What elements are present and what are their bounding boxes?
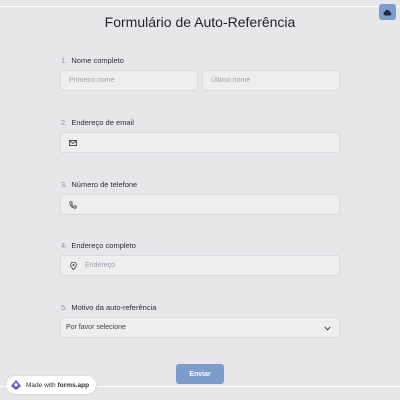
address-input[interactable]: Endereço [60,255,340,276]
email-input[interactable] [60,132,340,153]
first-name-placeholder: Primeiro nome [69,77,115,84]
made-with-prefix: Made with [26,381,56,389]
chevron-down-icon [324,326,331,333]
top-divider [0,6,400,7]
made-with-brand: forms.app [57,381,90,389]
page-title: Formulário de Auto-Referência [104,14,296,30]
submit-button[interactable]: Enviar [176,364,224,384]
question-text: Nome completo [71,56,124,65]
question-label-full-name: 1. Nome completo [61,56,124,65]
phone-input[interactable] [60,194,340,215]
envelope-icon [66,139,80,146]
question-text: Endereço de email [71,118,134,127]
question-text: Número de telefone [71,180,138,189]
question-number: 5. [61,303,68,312]
question-number: 4. [61,241,68,250]
question-number: 2. [61,118,68,127]
forms-app-logo-icon [10,379,22,391]
location-pin-icon [66,261,80,270]
question-label-address: 4. Endereço completo [61,241,136,250]
reason-select[interactable]: Por favor selecione [60,317,340,338]
first-name-input[interactable]: Primeiro nome [60,70,198,91]
question-label-phone: 3. Número de telefone [61,180,137,189]
question-text: Endereço completo [71,241,136,250]
question-label-email: 2. Endereço de email [61,118,134,127]
question-number: 1. [61,56,68,65]
question-text: Motivo da auto-referência [71,303,157,312]
address-placeholder: Endereço [85,262,115,269]
question-label-reason: 5. Motivo da auto-referência [61,303,156,312]
reason-selected-value: Por favor selecione [66,324,126,331]
last-name-input[interactable]: Último nome [202,70,340,91]
question-number: 3. [61,180,68,189]
made-with-badge[interactable]: Made with forms.app [6,376,97,394]
phone-icon [66,200,80,209]
last-name-placeholder: Último nome [211,77,251,84]
